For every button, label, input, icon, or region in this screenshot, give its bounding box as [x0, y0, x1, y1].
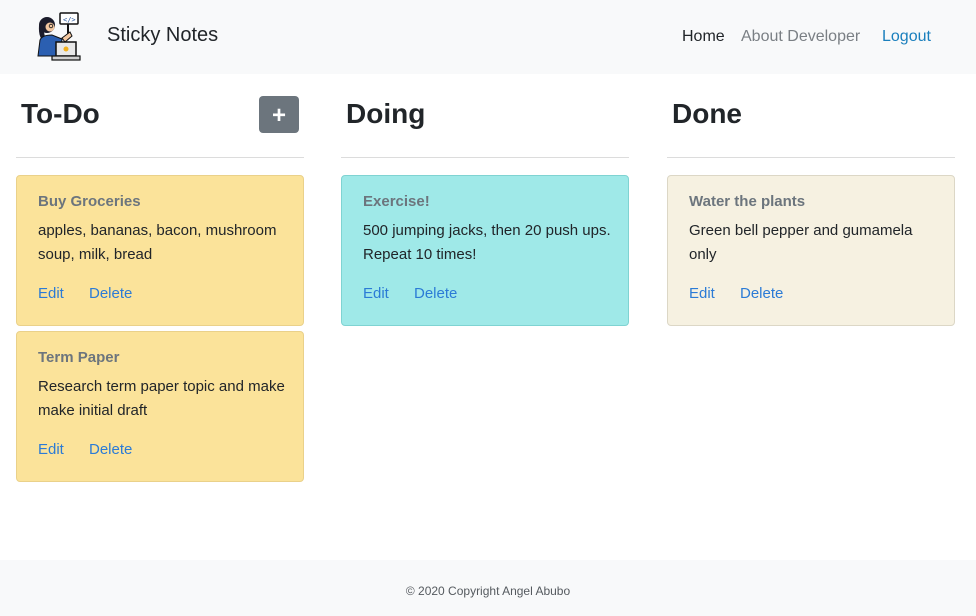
brand-title[interactable]: Sticky Notes	[107, 22, 218, 48]
edit-link[interactable]: Edit	[363, 285, 389, 303]
column-title: To-Do	[21, 98, 100, 129]
developer-logo-icon[interactable]: </>	[30, 12, 82, 62]
column-divider	[667, 157, 955, 158]
nav-logout-link[interactable]: Logout	[882, 27, 931, 47]
note-text: apples, bananas, bacon, mushroom soup, m…	[38, 222, 277, 263]
note-card: Term Paper Research term paper topic and…	[16, 331, 304, 482]
note-title: Water the plants	[689, 193, 806, 210]
column-divider	[341, 157, 629, 158]
delete-link[interactable]: Delete	[89, 441, 132, 459]
copyright-text: © 2020 Copyright Angel Abubo	[405, 584, 571, 598]
note-card: Exercise! 500 jumping jacks, then 20 pus…	[341, 175, 629, 326]
column-divider	[16, 157, 304, 158]
edit-link[interactable]: Edit	[689, 285, 715, 303]
plus-icon: +	[271, 102, 286, 129]
delete-link[interactable]: Delete	[414, 285, 457, 303]
note-text: Green bell pepper and gumamela only	[689, 222, 913, 263]
delete-link[interactable]: Delete	[740, 285, 783, 303]
nav-about-developer-link[interactable]: About Developer	[741, 27, 860, 47]
svg-text:</>: </>	[63, 16, 76, 24]
note-text: Research term paper topic and make make …	[38, 378, 285, 419]
note-title: Buy Groceries	[38, 193, 141, 210]
note-title: Term Paper	[38, 349, 120, 366]
note-title: Exercise!	[363, 193, 430, 210]
column-title: Done	[672, 98, 742, 129]
footer: © 2020 Copyright Angel Abubo	[0, 560, 976, 616]
navbar: </> Sticky Notes Home About Developer Lo…	[0, 0, 976, 74]
add-note-button[interactable]: +	[259, 96, 299, 133]
edit-link[interactable]: Edit	[38, 441, 64, 459]
nav-home-link[interactable]: Home	[682, 27, 725, 47]
note-card: Buy Groceries apples, bananas, bacon, mu…	[16, 175, 304, 326]
note-card: Water the plants Green bell pepper and g…	[667, 175, 955, 326]
column-title: Doing	[346, 98, 426, 129]
edit-link[interactable]: Edit	[38, 285, 64, 303]
delete-link[interactable]: Delete	[89, 285, 132, 303]
note-text: 500 jumping jacks, then 20 push ups. Rep…	[363, 222, 611, 263]
